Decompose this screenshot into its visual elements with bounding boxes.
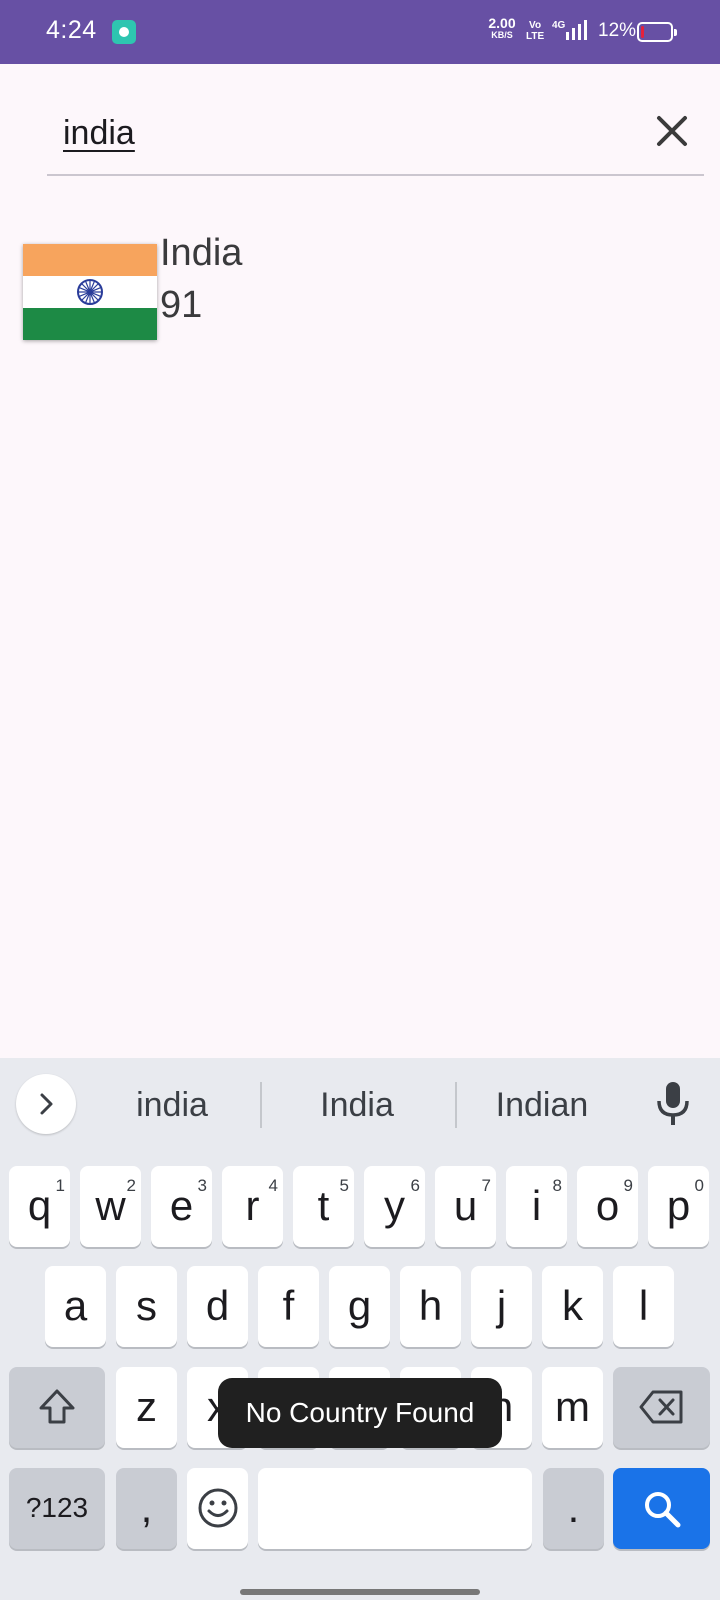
toast-message: No Country Found <box>218 1378 502 1448</box>
key-y[interactable]: y6 <box>364 1166 425 1247</box>
key-d[interactable]: d <box>187 1266 248 1347</box>
country-dial-code: 91 <box>160 284 203 326</box>
suggestion-3[interactable]: Indian <box>462 1078 622 1132</box>
clear-search-button[interactable] <box>647 106 697 156</box>
key-g[interactable]: g <box>329 1266 390 1347</box>
network-type: 4G <box>552 20 566 31</box>
shift-icon <box>39 1389 75 1424</box>
key-o[interactable]: o9 <box>577 1166 638 1247</box>
ashoka-chakra-icon <box>77 279 103 305</box>
emoji-key[interactable] <box>187 1468 248 1549</box>
comma-key[interactable]: , <box>116 1468 177 1549</box>
key-e-hint: 3 <box>197 1176 207 1195</box>
country-name: India <box>160 232 243 274</box>
key-m[interactable]: m <box>542 1367 603 1448</box>
suggestion-2[interactable]: India <box>272 1078 442 1132</box>
key-t-hint: 5 <box>339 1176 349 1195</box>
network-speed-unit: KB/S <box>491 30 513 40</box>
volte-indicator: Vo LTE <box>526 20 544 42</box>
key-o-label: o <box>595 1182 620 1229</box>
microphone-icon <box>657 1082 689 1125</box>
app-notification-icon <box>112 20 136 44</box>
status-bar: 4:24 2.00 KB/S Vo LTE 4G 12% <box>0 0 720 64</box>
key-e[interactable]: e3 <box>151 1166 212 1247</box>
key-q[interactable]: q1 <box>9 1166 70 1247</box>
status-time: 4:24 <box>46 16 97 44</box>
key-q-hint: 1 <box>55 1176 65 1195</box>
battery-level-fill <box>641 26 644 38</box>
key-l[interactable]: l <box>613 1266 674 1347</box>
key-i-hint: 8 <box>552 1176 562 1195</box>
chevron-right-icon <box>40 1093 53 1115</box>
backspace-key[interactable] <box>613 1367 710 1448</box>
period-key[interactable]: . <box>543 1468 604 1549</box>
key-a[interactable]: a <box>45 1266 106 1347</box>
shift-key[interactable] <box>9 1367 105 1448</box>
key-i-label: i <box>531 1182 542 1229</box>
spacebar-key[interactable] <box>258 1468 532 1549</box>
key-t[interactable]: t5 <box>293 1166 354 1247</box>
key-q-label: q <box>27 1182 52 1229</box>
key-j[interactable]: j <box>471 1266 532 1347</box>
country-list-item[interactable]: India 91 <box>0 222 720 352</box>
gesture-nav-handle[interactable] <box>240 1589 480 1595</box>
network-speed-value: 2.00 <box>488 15 516 31</box>
search-input[interactable] <box>63 108 623 158</box>
key-y-label: y <box>384 1182 405 1229</box>
key-t-label: t <box>317 1182 330 1229</box>
key-z[interactable]: z <box>116 1367 177 1448</box>
emoji-icon <box>198 1488 238 1528</box>
key-p-label: p <box>666 1182 691 1229</box>
key-r-label: r <box>245 1182 260 1229</box>
battery-icon <box>637 22 677 42</box>
key-u-label: u <box>453 1182 478 1229</box>
key-w[interactable]: w2 <box>80 1166 141 1247</box>
search-action-key[interactable] <box>613 1468 710 1549</box>
key-o-hint: 9 <box>623 1176 633 1195</box>
search-icon <box>645 1492 681 1528</box>
volte-line1: Vo <box>529 20 542 31</box>
backspace-icon <box>639 1390 683 1424</box>
voice-input-button[interactable] <box>650 1078 696 1128</box>
key-u-hint: 7 <box>481 1176 491 1195</box>
suggestion-divider <box>455 1082 457 1128</box>
battery-percent: 12% <box>598 20 637 41</box>
key-p-hint: 0 <box>694 1176 704 1195</box>
volte-line2: LTE <box>526 31 545 42</box>
key-w-label: w <box>95 1182 126 1229</box>
toolbar-expand-button[interactable] <box>16 1074 76 1134</box>
key-p[interactable]: p0 <box>648 1166 709 1247</box>
key-e-label: e <box>169 1182 194 1229</box>
key-r-hint: 4 <box>268 1176 278 1195</box>
suggestion-1[interactable]: india <box>92 1078 252 1132</box>
key-f[interactable]: f <box>258 1266 319 1347</box>
suggestion-bar: india India Indian <box>0 1058 720 1150</box>
symbols-key[interactable]: ?123 <box>9 1468 105 1549</box>
key-y-hint: 6 <box>410 1176 420 1195</box>
key-s[interactable]: s <box>116 1266 177 1347</box>
key-h[interactable]: h <box>400 1266 461 1347</box>
india-flag-icon <box>23 244 157 340</box>
key-k[interactable]: k <box>542 1266 603 1347</box>
key-r[interactable]: r4 <box>222 1166 283 1247</box>
signal-icon: 4G <box>552 20 596 49</box>
network-speed: 2.00 KB/S <box>484 15 520 41</box>
close-icon <box>657 116 687 146</box>
search-bar <box>47 90 704 176</box>
key-u[interactable]: u7 <box>435 1166 496 1247</box>
suggestion-divider <box>260 1082 262 1128</box>
key-w-hint: 2 <box>126 1176 136 1195</box>
key-i[interactable]: i8 <box>506 1166 567 1247</box>
